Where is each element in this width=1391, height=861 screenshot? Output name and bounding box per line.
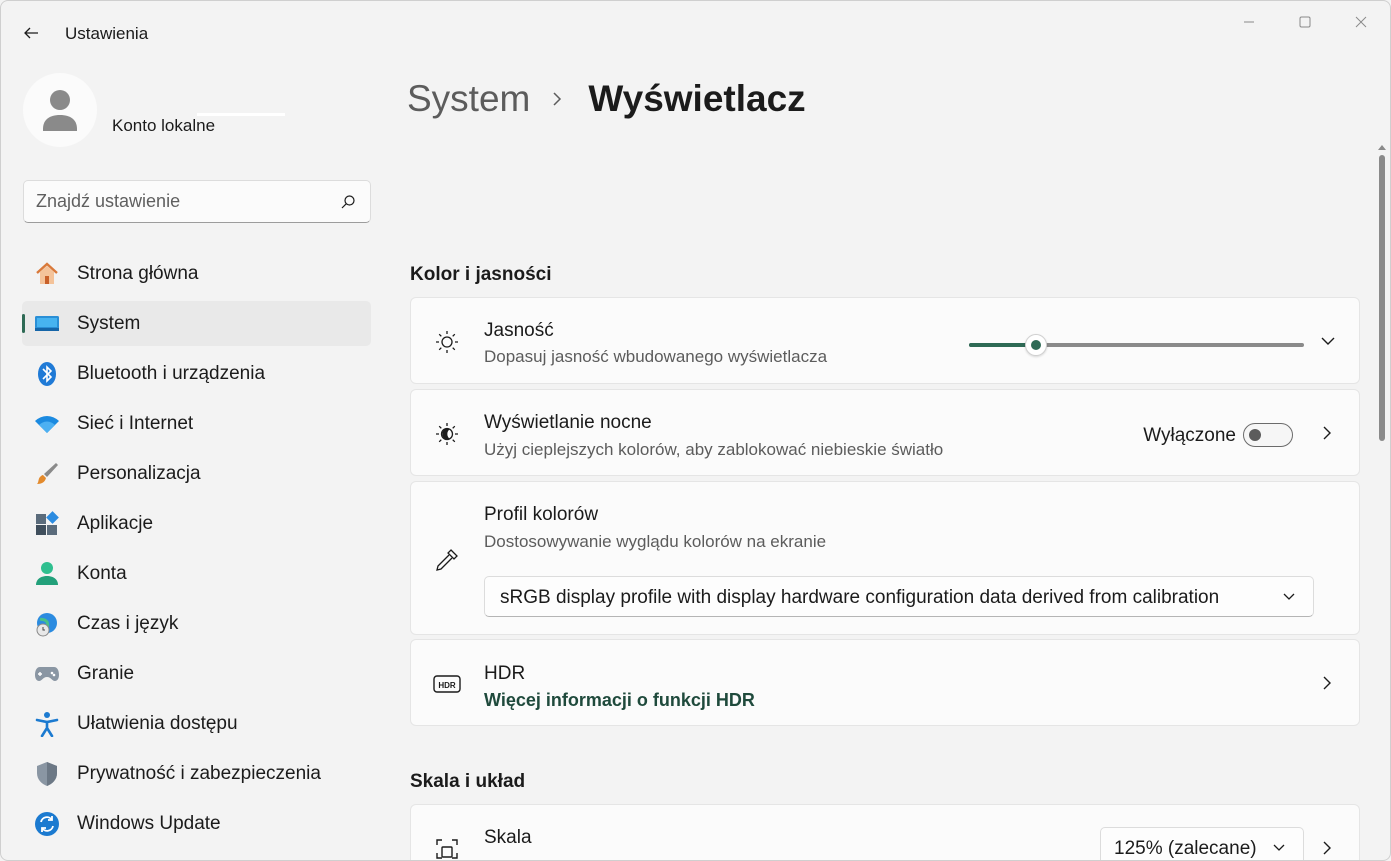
- sidebar-item-label: Granie: [77, 663, 135, 684]
- search-input[interactable]: [36, 181, 336, 222]
- sidebar-item-label: System: [77, 313, 141, 334]
- night-light-title: Wyświetlanie nocne: [484, 412, 652, 433]
- minimize-icon: [1244, 21, 1254, 23]
- bluetooth-icon: [34, 361, 60, 387]
- account-underline: [197, 113, 285, 116]
- settings-window: Ustawienia Konto lokalne Strona główna: [0, 0, 1391, 861]
- page-title: Wyświetlacz: [588, 78, 806, 119]
- avatar[interactable]: [23, 73, 97, 147]
- sidebar-item-accounts[interactable]: Konta: [22, 551, 371, 596]
- scroll-thumb[interactable]: [1379, 155, 1385, 441]
- sidebar-item-label: Sieć i Internet: [77, 413, 194, 434]
- sidebar-item-network[interactable]: Sieć i Internet: [22, 401, 371, 446]
- sidebar-item-apps[interactable]: Aplikacje: [22, 501, 371, 546]
- color-profile-card: Profil kolorów Dostosowywanie wyglądu ko…: [410, 481, 1360, 635]
- sidebar-item-bluetooth[interactable]: Bluetooth i urządzenia: [22, 351, 371, 396]
- eyedropper-icon: [433, 546, 461, 574]
- breadcrumb-parent[interactable]: System: [407, 78, 530, 120]
- maximize-icon: [1299, 16, 1311, 28]
- night-light-subtitle: Użyj cieplejszych kolorów, aby zablokowa…: [484, 440, 944, 459]
- back-arrow-icon: [24, 27, 38, 39]
- brightness-slider[interactable]: [969, 334, 1304, 358]
- hdr-icon: HDR: [433, 670, 461, 698]
- section-title-color: Kolor i jasności: [410, 264, 552, 285]
- chevron-right-icon[interactable]: [1319, 675, 1335, 691]
- close-button[interactable]: [1338, 7, 1384, 37]
- color-profile-subtitle: Dostosowywanie wyglądu kolorów na ekrani…: [484, 532, 827, 551]
- home-icon: [34, 261, 60, 287]
- night-light-card[interactable]: Wyświetlanie nocne Użyj cieplejszych kol…: [410, 389, 1360, 476]
- chevron-down-icon: [1272, 841, 1286, 855]
- apps-icon: [34, 511, 60, 537]
- sidebar-item-home[interactable]: Strona główna: [22, 251, 371, 296]
- scale-title: Skala: [484, 827, 532, 848]
- sidebar-item-windows-update[interactable]: Windows Update: [22, 801, 371, 846]
- scroll-up-arrow-icon[interactable]: [1378, 143, 1386, 151]
- account-name: Konto lokalne: [112, 116, 216, 135]
- close-icon: [1355, 16, 1367, 28]
- sidebar-item-label: Personalizacja: [77, 463, 201, 484]
- sidebar-item-accessibility[interactable]: Ułatwienia dostępu: [22, 701, 371, 746]
- sidebar-item-personalization[interactable]: Personalizacja: [22, 451, 371, 496]
- scrollbar[interactable]: [1378, 143, 1386, 858]
- brush-icon: [34, 461, 60, 487]
- hdr-card[interactable]: HDR HDR Więcej informacji o funkcji HDR: [410, 639, 1360, 726]
- app-title: Ustawienia: [65, 24, 149, 43]
- search-icon[interactable]: [340, 194, 356, 210]
- maximize-button[interactable]: [1282, 7, 1328, 37]
- brightness-card: Jasność Dopasuj jasność wbudowanego wyśw…: [410, 297, 1360, 384]
- chevron-down-icon: [1282, 590, 1296, 604]
- scale-icon: [433, 835, 461, 860]
- minimize-button[interactable]: [1226, 7, 1272, 37]
- toggle-knob: [1249, 429, 1261, 441]
- sidebar-item-label: Ułatwienia dostępu: [77, 713, 238, 734]
- color-profile-title: Profil kolorów: [484, 504, 599, 525]
- brightness-title: Jasność: [484, 320, 554, 341]
- accounts-icon: [34, 561, 60, 587]
- user-avatar-icon: [43, 90, 77, 131]
- scale-card: Skala 125% (zalecane): [410, 804, 1360, 860]
- chevron-right-icon: [552, 89, 566, 109]
- update-icon: [34, 811, 60, 837]
- chevron-right-icon[interactable]: [1319, 840, 1335, 856]
- brightness-subtitle: Dopasuj jasność wbudowanego wyświetlacza: [484, 347, 828, 366]
- night-light-toggle[interactable]: [1243, 423, 1293, 447]
- color-profile-dropdown[interactable]: sRGB display profile with display hardwa…: [484, 576, 1314, 617]
- sidebar-item-label: Konta: [77, 563, 127, 584]
- night-light-state: Wyłączone: [1143, 425, 1236, 446]
- system-icon: [34, 311, 60, 337]
- sidebar-item-label: Czas i język: [77, 613, 179, 634]
- accessibility-icon: [34, 711, 60, 737]
- scale-dropdown[interactable]: 125% (zalecane): [1100, 827, 1304, 860]
- section-title-scale: Skala i układ: [410, 771, 526, 792]
- gamepad-icon: [34, 661, 60, 687]
- title-bar: Ustawienia: [1, 1, 1390, 65]
- color-profile-value: sRGB display profile with display hardwa…: [500, 587, 1220, 608]
- sidebar-nav: Strona główna System Bluetooth i urządze…: [22, 251, 371, 851]
- hdr-info-link[interactable]: Więcej informacji o funkcji HDR: [484, 690, 755, 711]
- wifi-icon: [34, 411, 60, 437]
- sidebar-item-label: Aplikacje: [77, 513, 154, 534]
- sidebar-item-system[interactable]: System: [22, 301, 371, 346]
- search-box[interactable]: [23, 180, 371, 223]
- sidebar-item-privacy[interactable]: Prywatność i zabezpieczenia: [22, 751, 371, 796]
- sidebar-item-label: Strona główna: [77, 263, 199, 284]
- hdr-title: HDR: [484, 663, 526, 684]
- chevron-right-icon[interactable]: [1319, 425, 1335, 441]
- time-language-icon: [34, 611, 60, 637]
- chevron-down-icon[interactable]: [1319, 332, 1337, 350]
- sidebar-item-label: Bluetooth i urządzenia: [77, 363, 266, 384]
- night-light-icon: [433, 420, 461, 448]
- sidebar-item-gaming[interactable]: Granie: [22, 651, 371, 696]
- back-button[interactable]: [15, 19, 47, 47]
- shield-icon: [34, 761, 60, 787]
- sidebar-item-label: Windows Update: [77, 813, 221, 834]
- slider-thumb[interactable]: [1025, 334, 1047, 356]
- scale-value: 125% (zalecane): [1114, 838, 1257, 859]
- sidebar-item-time-language[interactable]: Czas i język: [22, 601, 371, 646]
- svg-text:HDR: HDR: [438, 681, 456, 690]
- breadcrumb: System Wyświetlacz: [407, 75, 806, 123]
- sun-icon: [433, 328, 461, 356]
- sidebar-item-label: Prywatność i zabezpieczenia: [77, 763, 321, 784]
